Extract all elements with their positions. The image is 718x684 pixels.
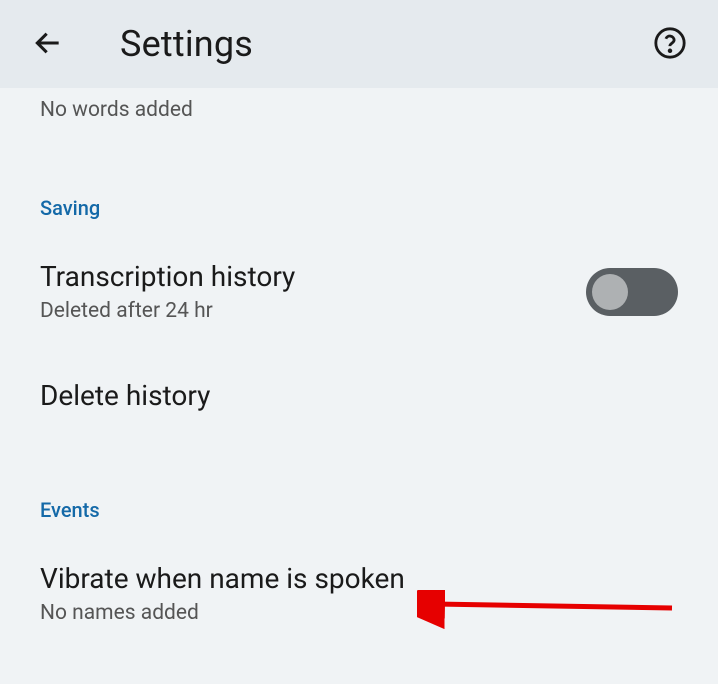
page-title: Settings: [120, 23, 253, 65]
transcription-history-title: Transcription history: [40, 260, 586, 293]
settings-content: No words added Saving Transcription hist…: [0, 88, 718, 635]
toggle-knob: [592, 274, 628, 310]
delete-history-text: Delete history: [40, 379, 678, 418]
transcription-history-toggle[interactable]: [586, 268, 678, 316]
delete-history-title: Delete history: [40, 379, 678, 412]
back-arrow-icon: [32, 27, 64, 62]
transcription-history-row[interactable]: Transcription history Deleted after 24 h…: [0, 234, 718, 333]
vibrate-name-sub: No names added: [40, 601, 678, 625]
section-events: Events: [0, 428, 718, 536]
vibrate-name-title: Vibrate when name is spoken: [40, 562, 678, 595]
no-words-subtitle: No words added: [0, 88, 718, 126]
section-saving: Saving: [0, 126, 718, 234]
transcription-history-text: Transcription history Deleted after 24 h…: [40, 260, 586, 323]
vibrate-name-row[interactable]: Vibrate when name is spoken No names add…: [0, 536, 718, 635]
help-icon: [653, 26, 687, 63]
back-button[interactable]: [28, 24, 68, 64]
app-header: Settings: [0, 0, 718, 88]
vibrate-name-text: Vibrate when name is spoken No names add…: [40, 562, 678, 625]
transcription-history-sub: Deleted after 24 hr: [40, 299, 586, 323]
delete-history-row[interactable]: Delete history: [0, 333, 718, 428]
help-button[interactable]: [650, 24, 690, 64]
